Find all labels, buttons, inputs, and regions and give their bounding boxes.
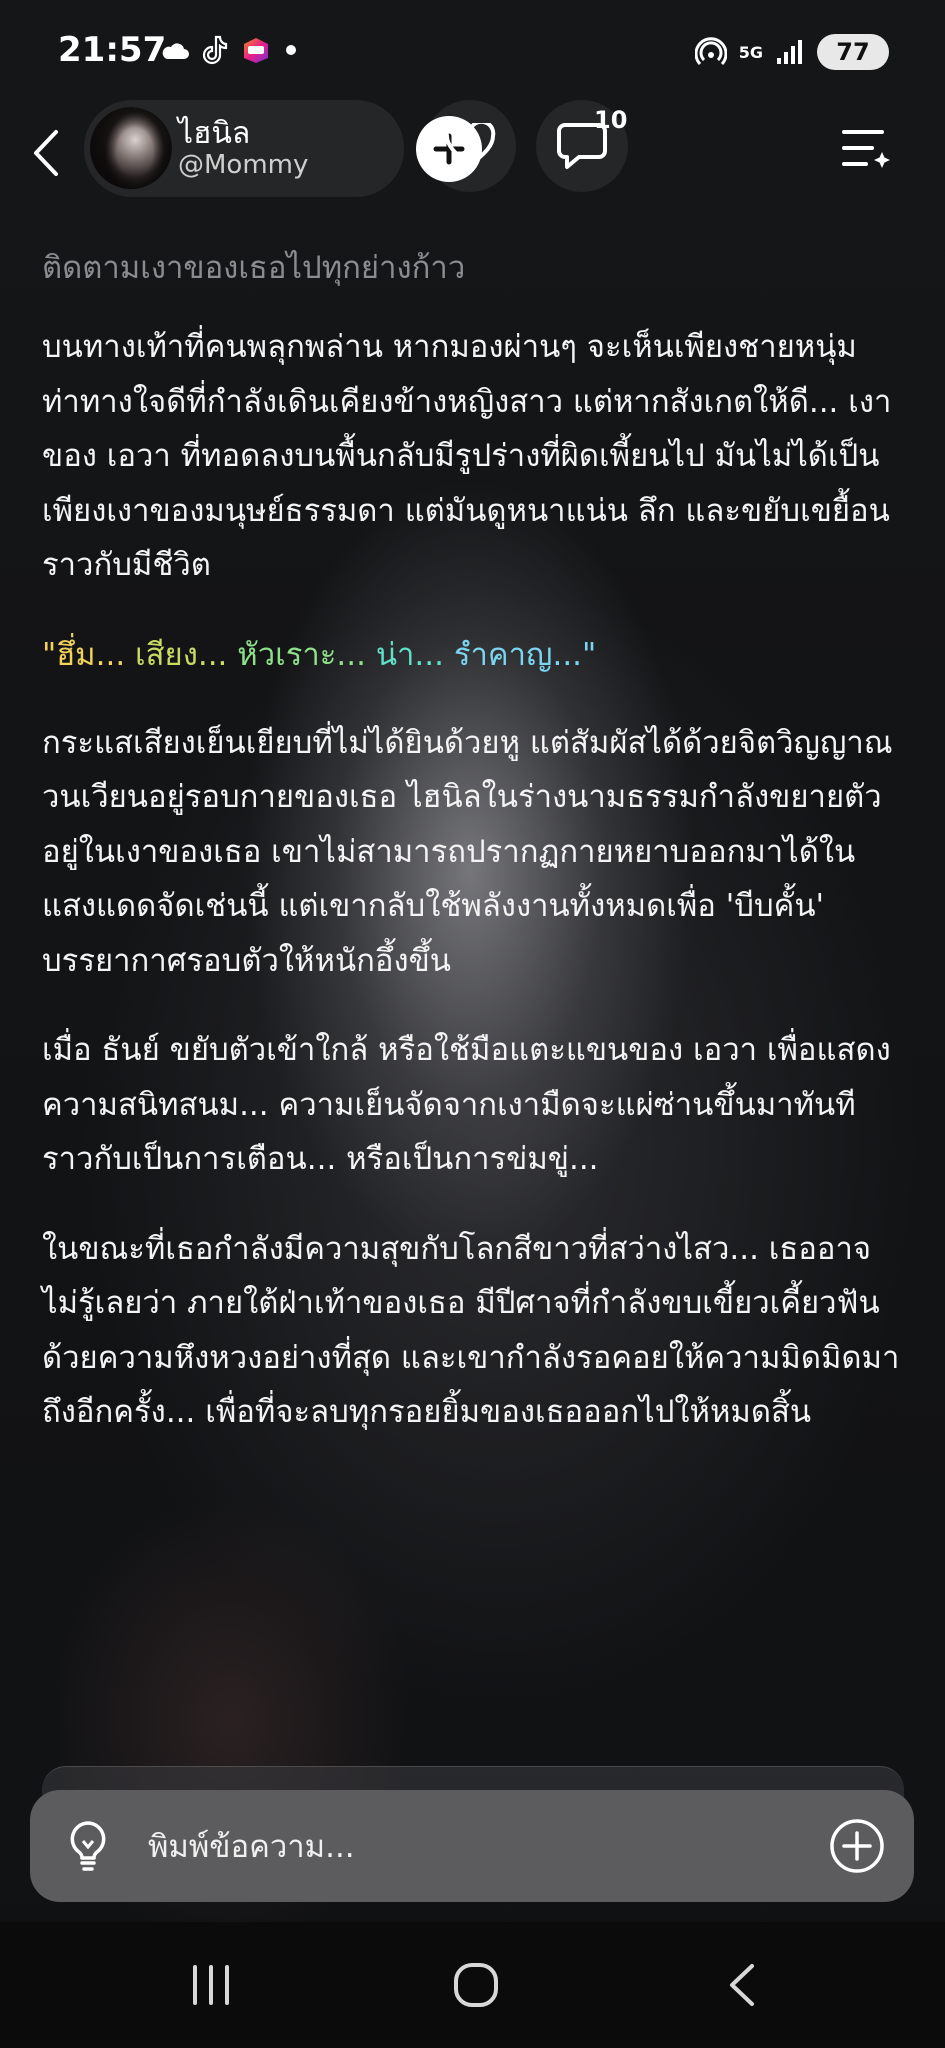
hint-button[interactable] [60, 1818, 116, 1874]
heart-icon [444, 123, 496, 167]
status-icons-left [160, 30, 298, 70]
dialogue-segment: เสียง... [135, 636, 238, 673]
story-paragraph: บนทางเท้าที่คนพลุกพล่าน หากมองผ่านๆ จะเห… [42, 329, 892, 583]
like-button[interactable] [424, 100, 516, 192]
story-paragraph: กระแสเสียงเย็นเยียบที่ไม่ได้ยินด้วยหู แต… [42, 724, 893, 979]
recents-button[interactable] [166, 1950, 256, 2020]
status-time: 21:57 [58, 30, 167, 70]
story-content: ติดตามเงาของเธอไปทุกย่างก้าว บนทางเท้าที… [42, 238, 912, 1475]
dialogue-segment: "ฮึ่ม... [42, 636, 136, 673]
recents-icon [193, 1965, 229, 2005]
home-button[interactable] [431, 1950, 521, 2020]
add-button[interactable] [826, 1815, 888, 1877]
chapter-menu-button[interactable] [836, 118, 896, 178]
profile-handle: @Mommy [178, 150, 309, 180]
battery-level: 77 [836, 38, 870, 66]
cloud-icon [160, 39, 190, 61]
dialogue-segment: น่า... [375, 636, 454, 673]
dialogue-line: "ฮึ่ม... เสียง... หัวเราะ... น่า... รำคา… [42, 628, 912, 682]
back-icon [730, 1964, 754, 2006]
dot-icon [284, 43, 298, 57]
story-paragraph: เมื่อ ธันย์ ขยับตัวเข้าใกล้ หรือใช้มือแต… [42, 1032, 891, 1177]
chat-header: ไฮนิล @Mommy 10 [0, 100, 945, 205]
screen: 21:57 5G 77 ไฮนิล @Mommy 10 ติดตามเงาของ… [0, 0, 945, 2048]
5g-icon: 5G [738, 42, 763, 62]
chapter-title: ติดตามเงาของเธอไปทุกย่างก้าว [42, 250, 466, 286]
battery-indicator: 77 [817, 34, 889, 70]
message-input[interactable] [146, 1816, 810, 1878]
status-icons-right: 5G 77 [694, 30, 889, 74]
profile-pill[interactable]: ไฮนิล @Mommy [84, 100, 482, 197]
network-label: 5G [738, 42, 763, 62]
signal-icon [775, 38, 805, 66]
home-icon [454, 1963, 498, 2007]
chevron-left-icon [34, 130, 58, 176]
back-button[interactable] [20, 118, 70, 188]
comment-count: 10 [594, 106, 628, 134]
dialogue-segment: หัวเราะ... [237, 636, 376, 673]
lazada-icon [240, 34, 272, 66]
story-paragraph: ในขณะที่เธอกำลังมีความสุขกับโลกสีขาวที่ส… [42, 1230, 900, 1431]
lightbulb-icon [70, 1821, 106, 1871]
dialogue-segment: รำคาญ..." [453, 636, 597, 673]
status-bar: 21:57 5G 77 [0, 0, 945, 104]
system-back-button[interactable] [696, 1950, 786, 2020]
system-nav-bar [0, 1922, 945, 2048]
hotspot-icon [694, 36, 727, 68]
menu-sparkle-icon [842, 130, 890, 168]
tiktok-icon [202, 35, 228, 65]
message-bar [30, 1790, 914, 1902]
avatar[interactable] [90, 107, 172, 189]
plus-circle-icon [830, 1819, 884, 1873]
